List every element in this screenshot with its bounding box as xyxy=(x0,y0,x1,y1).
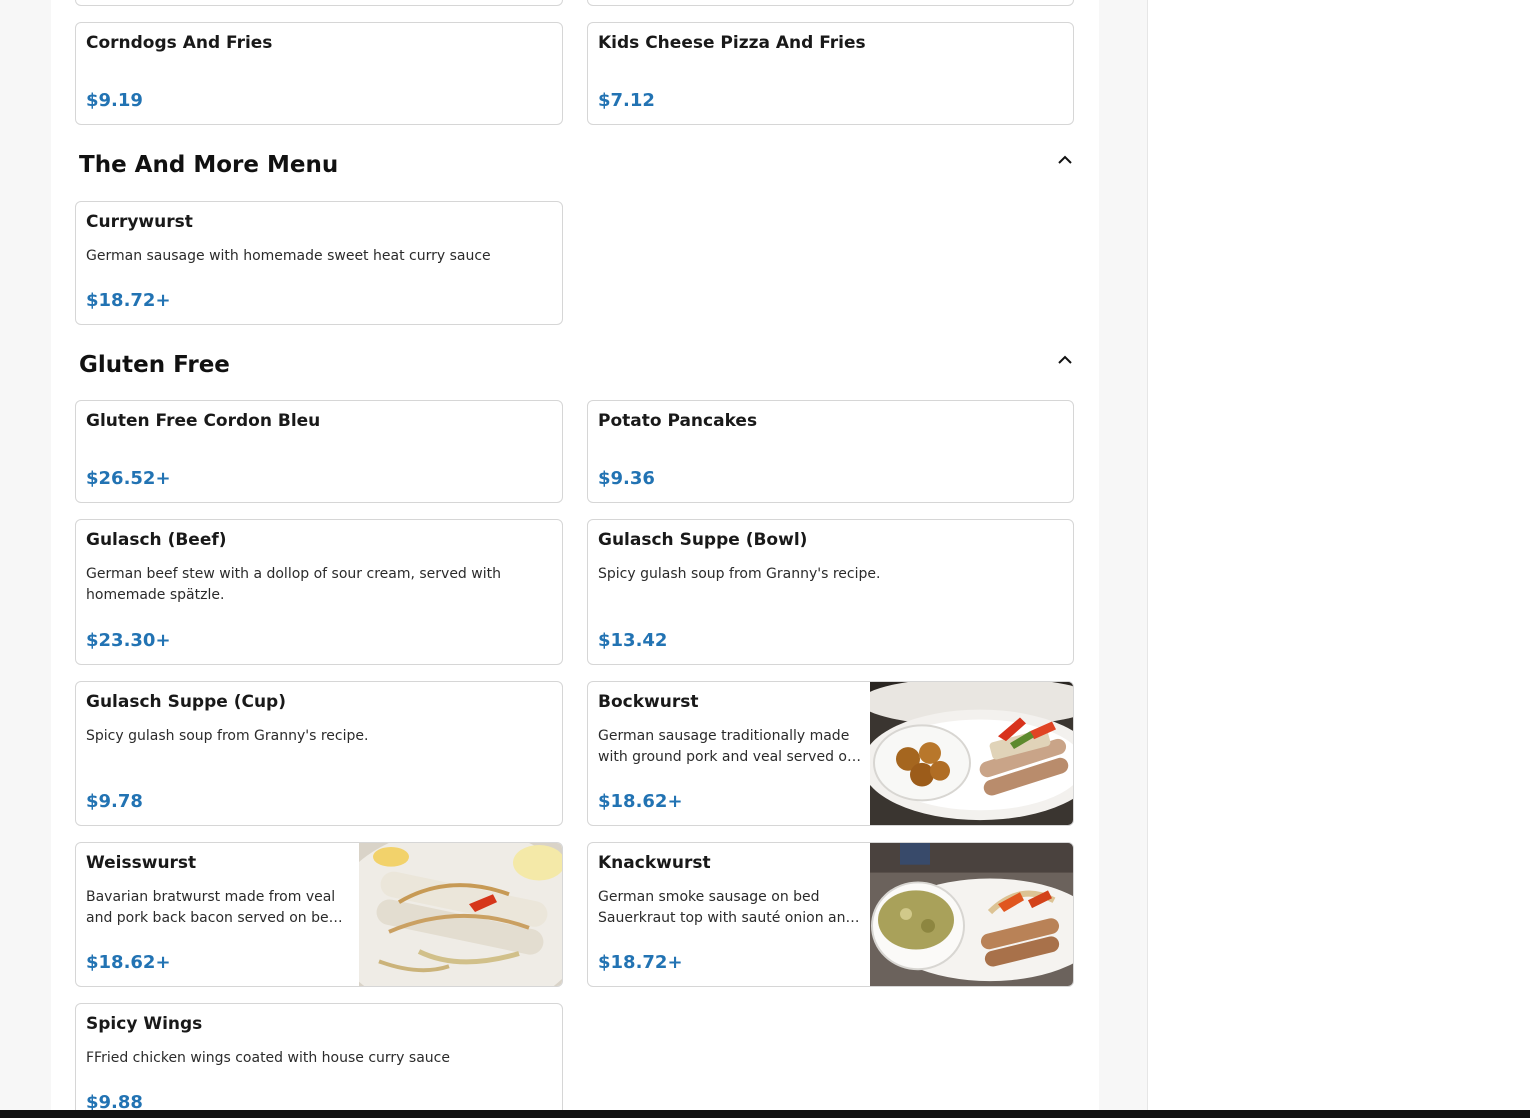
item-name: Gulasch Suppe (Cup) xyxy=(86,692,286,712)
item-name: Currywurst xyxy=(86,212,193,232)
menu-item-gulasch-suppe-bowl[interactable]: Gulasch Suppe (Bowl) Spicy gulash soup f… xyxy=(587,519,1074,665)
item-name: Weisswurst xyxy=(86,853,197,873)
item-price: $7.12 xyxy=(598,90,655,111)
item-description: German smoke sausage on bed Sauerkraut t… xyxy=(598,889,855,926)
menu-item-corndogs-and-fries[interactable]: Corndogs And Fries $9.19 xyxy=(75,22,563,125)
menu-item-spicy-wings[interactable]: Spicy Wings FFried chicken wings coated … xyxy=(75,1003,563,1118)
menu-item-gluten-free-cordon-bleu[interactable]: Gluten Free Cordon Bleu $26.52+ xyxy=(75,400,563,503)
item-name: Kids Cheese Pizza And Fries xyxy=(598,33,866,53)
item-description: German beef stew with a dollop of sour c… xyxy=(86,566,501,603)
item-name: Gulasch Suppe (Bowl) xyxy=(598,530,808,550)
menu-item-card-partial[interactable] xyxy=(75,0,563,6)
item-price: $18.72+ xyxy=(86,290,171,311)
item-price: $18.62+ xyxy=(598,791,683,812)
item-price: $23.30+ xyxy=(86,630,171,651)
item-description: Spicy gulash soup from Granny's recipe. xyxy=(598,566,881,582)
chevron-up-icon[interactable] xyxy=(1055,351,1075,367)
section-title-and-more-menu: The And More Menu xyxy=(79,152,339,178)
menu-item-potato-pancakes[interactable]: Potato Pancakes $9.36 xyxy=(587,400,1074,503)
item-name: Knackwurst xyxy=(598,853,711,873)
page: Corndogs And Fries $9.19 Kids Cheese Piz… xyxy=(0,0,1530,1118)
menu-item-gulasch-suppe-cup[interactable]: Gulasch Suppe (Cup) Spicy gulash soup fr… xyxy=(75,681,563,826)
weisswurst-photo xyxy=(359,843,562,986)
knackwurst-photo xyxy=(870,843,1073,986)
item-name: Gluten Free Cordon Bleu xyxy=(86,411,321,431)
menu-item-card-partial[interactable] xyxy=(587,0,1074,6)
side-panel xyxy=(1147,0,1530,1118)
item-description: German sausage traditionally made with g… xyxy=(598,728,856,765)
item-description: Bavarian bratwurst made from veal and po… xyxy=(86,889,338,926)
item-price: $9.36 xyxy=(598,468,655,489)
menu-item-gulasch-beef[interactable]: Gulasch (Beef) German beef stew with a d… xyxy=(75,519,563,665)
item-price: $13.42 xyxy=(598,630,668,651)
item-description: German sausage with homemade sweet heat … xyxy=(86,248,491,264)
item-name: Potato Pancakes xyxy=(598,411,758,431)
item-price: $18.62+ xyxy=(86,952,171,973)
item-price: $18.72+ xyxy=(598,952,683,973)
item-name: Spicy Wings xyxy=(86,1014,203,1034)
screen-bottom-edge xyxy=(0,1110,1530,1118)
bockwurst-photo xyxy=(870,682,1073,825)
menu-item-bockwurst[interactable]: Bockwurst German sausage traditionally m… xyxy=(587,681,1074,826)
item-price: $9.78 xyxy=(86,791,143,812)
item-name: Corndogs And Fries xyxy=(86,33,273,53)
menu-item-kids-cheese-pizza-and-fries[interactable]: Kids Cheese Pizza And Fries $7.12 xyxy=(587,22,1074,125)
item-name: Bockwurst xyxy=(598,692,699,712)
item-description: Spicy gulash soup from Granny's recipe. xyxy=(86,728,369,744)
menu-item-currywurst[interactable]: Currywurst German sausage with homemade … xyxy=(75,201,563,325)
section-title-gluten-free: Gluten Free xyxy=(79,352,230,378)
menu-item-weisswurst[interactable]: Weisswurst Bavarian bratwurst made from … xyxy=(75,842,563,987)
item-price: $9.19 xyxy=(86,90,143,111)
item-price: $26.52+ xyxy=(86,468,171,489)
menu-item-knackwurst[interactable]: Knackwurst German smoke sausage on bed S… xyxy=(587,842,1074,987)
chevron-up-icon[interactable] xyxy=(1055,151,1075,167)
item-name: Gulasch (Beef) xyxy=(86,530,227,550)
item-description: FFried chicken wings coated with house c… xyxy=(86,1050,450,1066)
